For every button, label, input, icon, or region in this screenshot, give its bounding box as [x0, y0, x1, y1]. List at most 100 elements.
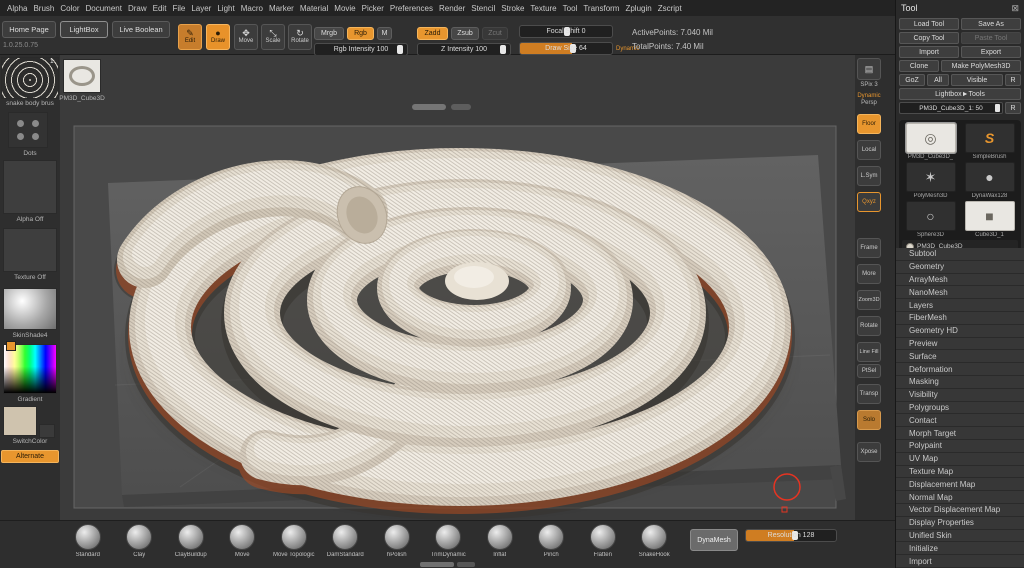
brush-item[interactable]: Move — [217, 524, 269, 558]
tool-subpalette-row[interactable]: ArrayMesh — [896, 273, 1024, 287]
menu-item[interactable]: Light — [214, 4, 237, 13]
rotate-mode-button[interactable]: ↻ Rotate — [288, 24, 312, 50]
menu-item[interactable]: Zplugin — [622, 4, 654, 13]
resolution-slider[interactable]: Resolution 128 — [745, 529, 837, 542]
brush-item[interactable]: Flatten — [577, 524, 629, 558]
tool-subpalette-row[interactable]: Subtool — [896, 248, 1024, 261]
brush-item[interactable]: ClayBuildup — [165, 524, 217, 558]
tool-subpalette-row[interactable]: Surface — [896, 350, 1024, 364]
tool-subpalette-row[interactable]: Normal Map — [896, 491, 1024, 504]
menu-item[interactable]: Document — [83, 4, 125, 13]
draw-mode-button[interactable]: ● Draw — [206, 24, 230, 50]
selected-color-swatch[interactable] — [6, 341, 16, 351]
brush-item[interactable]: Move Topologic — [268, 524, 320, 558]
tool-thumbnail[interactable]: S SimpleBrush — [961, 123, 1018, 160]
xpose-button[interactable]: Xpose — [857, 442, 881, 462]
import-button[interactable]: Import — [899, 46, 959, 58]
menu-item[interactable]: Texture — [527, 4, 559, 13]
live-boolean-button[interactable]: Live Boolean — [112, 21, 170, 38]
current-tool-thumbnail[interactable] — [63, 59, 101, 93]
menu-item[interactable]: Transform — [580, 4, 622, 13]
tool-subpalette-row[interactable]: Preview — [896, 337, 1024, 351]
secondary-color-swatch[interactable] — [39, 424, 55, 438]
tool-thumbnail-image[interactable]: ○ — [905, 201, 956, 231]
m-button[interactable]: M — [377, 27, 392, 40]
rotate-canvas-button[interactable]: Rotate — [857, 316, 881, 336]
tray-scrollbar[interactable] — [420, 562, 475, 567]
brush-item[interactable]: Inflat — [474, 524, 526, 558]
linefill-toggle[interactable]: Line Fill — [857, 342, 881, 362]
tool-subpalette-row[interactable]: Layers — [896, 299, 1024, 312]
tool-subpalette-row[interactable]: Geometry HD — [896, 324, 1024, 338]
menu-item[interactable]: File — [169, 4, 188, 13]
export-button[interactable]: Export — [961, 46, 1021, 58]
tool-thumbnail[interactable]: ■ Cube3D_1 — [961, 201, 1018, 238]
active-tool-slider[interactable]: PM3D_Cube3D_1: 50 — [899, 102, 1003, 114]
zsub-button[interactable]: Zsub — [451, 27, 479, 40]
tool-thumbnail-image[interactable]: ● — [964, 162, 1015, 192]
close-icon[interactable]: ⊠ — [1011, 3, 1019, 14]
tool-thumbnail[interactable]: ● DynaWax128 — [961, 162, 1018, 199]
tool-subpalette-row[interactable]: Deformation — [896, 363, 1024, 376]
frame-button[interactable]: Frame — [857, 238, 881, 258]
lightbox-tools-button[interactable]: Lightbox►Tools — [899, 88, 1021, 100]
rgb-button[interactable]: Rgb — [347, 27, 374, 40]
menu-item[interactable]: Movie — [331, 4, 358, 13]
menu-item[interactable]: Material — [297, 4, 331, 13]
tool-subpalette-row[interactable]: Geometry — [896, 260, 1024, 274]
tool-subpalette-row[interactable]: Displacement Map — [896, 478, 1024, 492]
menu-item[interactable]: Render — [436, 4, 468, 13]
tool-thumbnail-image[interactable]: ■ — [964, 201, 1015, 231]
solo-toggle[interactable]: Solo — [857, 410, 881, 430]
home-page-button[interactable]: Home Page — [2, 21, 56, 38]
slider-knob[interactable] — [397, 45, 403, 54]
texture-thumbnail[interactable] — [3, 228, 57, 272]
lsym-toggle[interactable]: L.Sym — [857, 166, 881, 186]
tool-subpalette-row[interactable]: Masking — [896, 375, 1024, 389]
mrgb-button[interactable]: Mrgb — [314, 27, 344, 40]
zcut-button[interactable]: Zcut — [482, 27, 508, 40]
scrollbar-track[interactable] — [457, 562, 475, 567]
menu-item[interactable]: Preferences — [387, 4, 436, 13]
transp-toggle[interactable]: Transp — [857, 384, 881, 404]
goz-button[interactable]: GoZ — [899, 74, 925, 86]
move-mode-button[interactable]: ✥ Move — [234, 24, 258, 50]
tool-subpalette-row[interactable]: Import — [896, 555, 1024, 568]
color-picker[interactable] — [3, 344, 57, 394]
tool-subpalette-row[interactable]: UV Map — [896, 452, 1024, 466]
brush-item[interactable]: Pinch — [526, 524, 578, 558]
tool-subpalette-row[interactable]: NanoMesh — [896, 286, 1024, 300]
make-polymesh3d-button[interactable]: Make PolyMesh3D — [941, 60, 1021, 72]
menu-item[interactable]: Marker — [266, 4, 297, 13]
clone-button[interactable]: Clone — [899, 60, 939, 72]
stroke-thumbnail[interactable] — [8, 112, 48, 148]
alternate-button[interactable]: Alternate — [1, 450, 59, 463]
tool-thumbnail[interactable]: ○ Sphere3D — [902, 201, 959, 238]
tool-r-button[interactable]: R — [1005, 102, 1021, 114]
menu-item[interactable]: Brush — [30, 4, 57, 13]
more-button[interactable]: More — [857, 264, 881, 284]
menu-item[interactable]: Stroke — [498, 4, 527, 13]
slider-knob[interactable] — [500, 45, 506, 54]
tool-subpalette-row[interactable]: Polygroups — [896, 401, 1024, 415]
goz-visible-button[interactable]: Visible — [951, 74, 1003, 86]
tool-thumbnail[interactable]: ✶ PolyMesh3D — [902, 162, 959, 199]
tool-subpalette-row[interactable]: Polypaint — [896, 439, 1024, 453]
tool-subpalette-row[interactable]: Initialize — [896, 542, 1024, 556]
tool-subpalette-row[interactable]: FiberMesh — [896, 311, 1024, 325]
scale-mode-button[interactable]: ⤡ Scale — [261, 24, 285, 50]
brush-item[interactable]: TrimDynamic — [423, 524, 475, 558]
save-as-button[interactable]: Save As — [961, 18, 1021, 30]
menu-item[interactable]: Macro — [238, 4, 266, 13]
local-toggle[interactable]: Local — [857, 140, 881, 160]
goz-r-button[interactable]: R — [1005, 74, 1021, 86]
menu-item[interactable]: Picker — [359, 4, 387, 13]
goz-all-button[interactable]: All — [927, 74, 949, 86]
persp-toggle[interactable]: Dynamic Persp — [853, 93, 885, 107]
main-color-swatch[interactable] — [3, 406, 37, 436]
menu-item[interactable]: Alpha — [4, 4, 30, 13]
zadd-button[interactable]: Zadd — [417, 27, 448, 40]
brush-item[interactable]: DamStandard — [320, 524, 372, 558]
brush-item[interactable]: Standard — [62, 524, 114, 558]
tool-thumbnail-image[interactable]: S — [964, 123, 1015, 153]
